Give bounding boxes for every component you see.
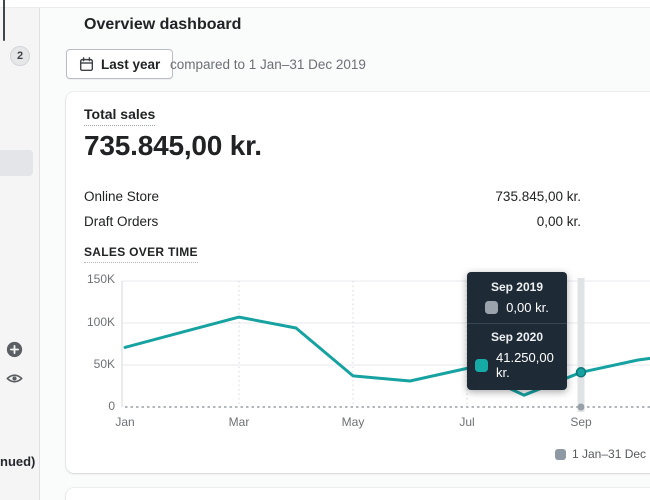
h-gridlines [122, 280, 650, 366]
table-row: Online Store 735.845,00 kr. [84, 184, 581, 209]
truncated-caption: nued) [0, 454, 36, 469]
step-badge: 2 [10, 46, 30, 66]
total-sales-link[interactable]: Total sales [84, 106, 156, 126]
legend-label: 1 Jan–31 Dec 2019 [572, 447, 650, 461]
hover-dot-previous [577, 403, 585, 411]
chart-heading: SALES OVER TIME [84, 245, 198, 263]
overlay-edge-line [3, 0, 5, 41]
hover-band [577, 278, 585, 412]
eye-icon[interactable] [6, 370, 23, 387]
metric-label: Draft Orders [84, 214, 159, 229]
next-card-partial [66, 488, 650, 500]
v-gridlines [238, 281, 468, 407]
chart-tooltip: Sep 2019 0,00 kr. Sep 2020 41.250,00 kr. [467, 272, 567, 390]
tooltip-section-previous: Sep 2019 0,00 kr. [467, 274, 567, 323]
add-circle-icon[interactable] [6, 341, 23, 358]
date-range-button[interactable]: Last year [66, 49, 174, 79]
total-sales-value: 735.845,00 kr. [84, 130, 262, 161]
metric-label: Online Store [84, 189, 160, 204]
x-axis-tick: Jul [459, 415, 475, 429]
sidebar: 2 nued) [0, 8, 40, 500]
tooltip-value: 41.250,00 kr. [496, 350, 554, 380]
sidebar-item-selected[interactable] [0, 150, 33, 176]
calendar-icon [79, 56, 94, 72]
metric-value: 735.845,00 kr. [495, 189, 581, 204]
tooltip-value: 0,00 kr. [506, 300, 549, 315]
tooltip-period: Sep 2020 [490, 330, 544, 344]
tooltip-swatch-current [475, 358, 488, 372]
hover-dot-current [575, 367, 587, 378]
table-row: Draft Orders 0,00 kr. [84, 209, 581, 234]
metric-value: 0,00 kr. [536, 214, 581, 229]
top-bar [0, 0, 650, 8]
x-axis-tick: Sep [570, 415, 592, 429]
tooltip-period: Sep 2019 [490, 280, 544, 294]
legend-swatch [555, 448, 566, 460]
compare-range-text: compared to 1 Jan–31 Dec 2019 [170, 57, 366, 72]
date-range-label: Last year [101, 56, 161, 72]
metric-breakdown: Online Store 735.845,00 kr. Draft Orders… [84, 184, 581, 234]
x-axis-tick: Mar [228, 415, 250, 429]
tooltip-swatch-previous [485, 301, 499, 314]
x-axis-tick: Jan [115, 415, 135, 429]
sales-line [123, 315, 650, 397]
chart-legend: 1 Jan–31 Dec 2019 [555, 447, 650, 461]
total-sales-card: Total sales 735.845,00 kr. Online Store … [66, 92, 650, 473]
page-title: Overview dashboard [84, 16, 242, 33]
tooltip-section-current: Sep 2020 41.250,00 kr. [467, 323, 567, 388]
x-axis-tick: May [341, 415, 365, 429]
